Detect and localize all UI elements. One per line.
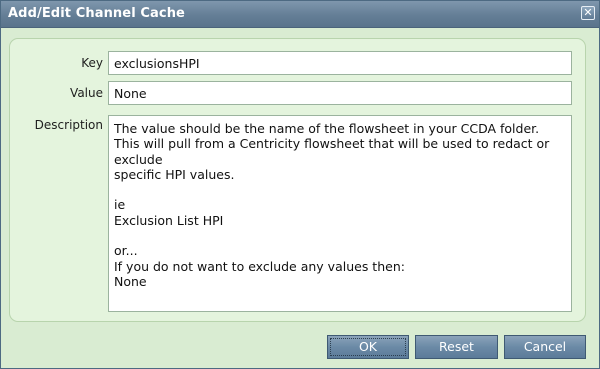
description-line: or... [114, 243, 138, 259]
description-line: The value should be the name of the flow… [114, 121, 540, 136]
value-input[interactable]: None [108, 81, 572, 105]
close-icon[interactable]: ✕ [581, 6, 595, 20]
description-line: If you do not want to exclude any values… [114, 258, 405, 274]
dialog-titlebar[interactable]: Add/Edit Channel Cache ✕ [1, 1, 599, 28]
description-textarea[interactable]: The value should be the name of the flow… [108, 115, 572, 312]
add-edit-channel-cache-dialog: Add/Edit Channel Cache ✕ Key exclusionsH… [0, 0, 600, 369]
description-line [114, 228, 566, 243]
description-line: None [114, 273, 147, 289]
ok-button[interactable]: OK [327, 335, 409, 359]
description-label: Description [34, 118, 103, 132]
reset-button[interactable]: Reset [415, 335, 498, 359]
description-line: specific HPI values. [114, 166, 235, 182]
description-line: ie [114, 197, 126, 213]
description-line [114, 182, 566, 197]
cancel-button[interactable]: Cancel [504, 335, 586, 359]
description-line: This will pull from a Centricity flowshe… [114, 136, 550, 167]
description-line: Exclusion List HPI [114, 212, 224, 228]
dialog-title: Add/Edit Channel Cache [8, 6, 185, 21]
key-input[interactable]: exclusionsHPI [108, 51, 572, 75]
key-label: Key [81, 56, 103, 70]
value-label: Value [70, 86, 103, 100]
